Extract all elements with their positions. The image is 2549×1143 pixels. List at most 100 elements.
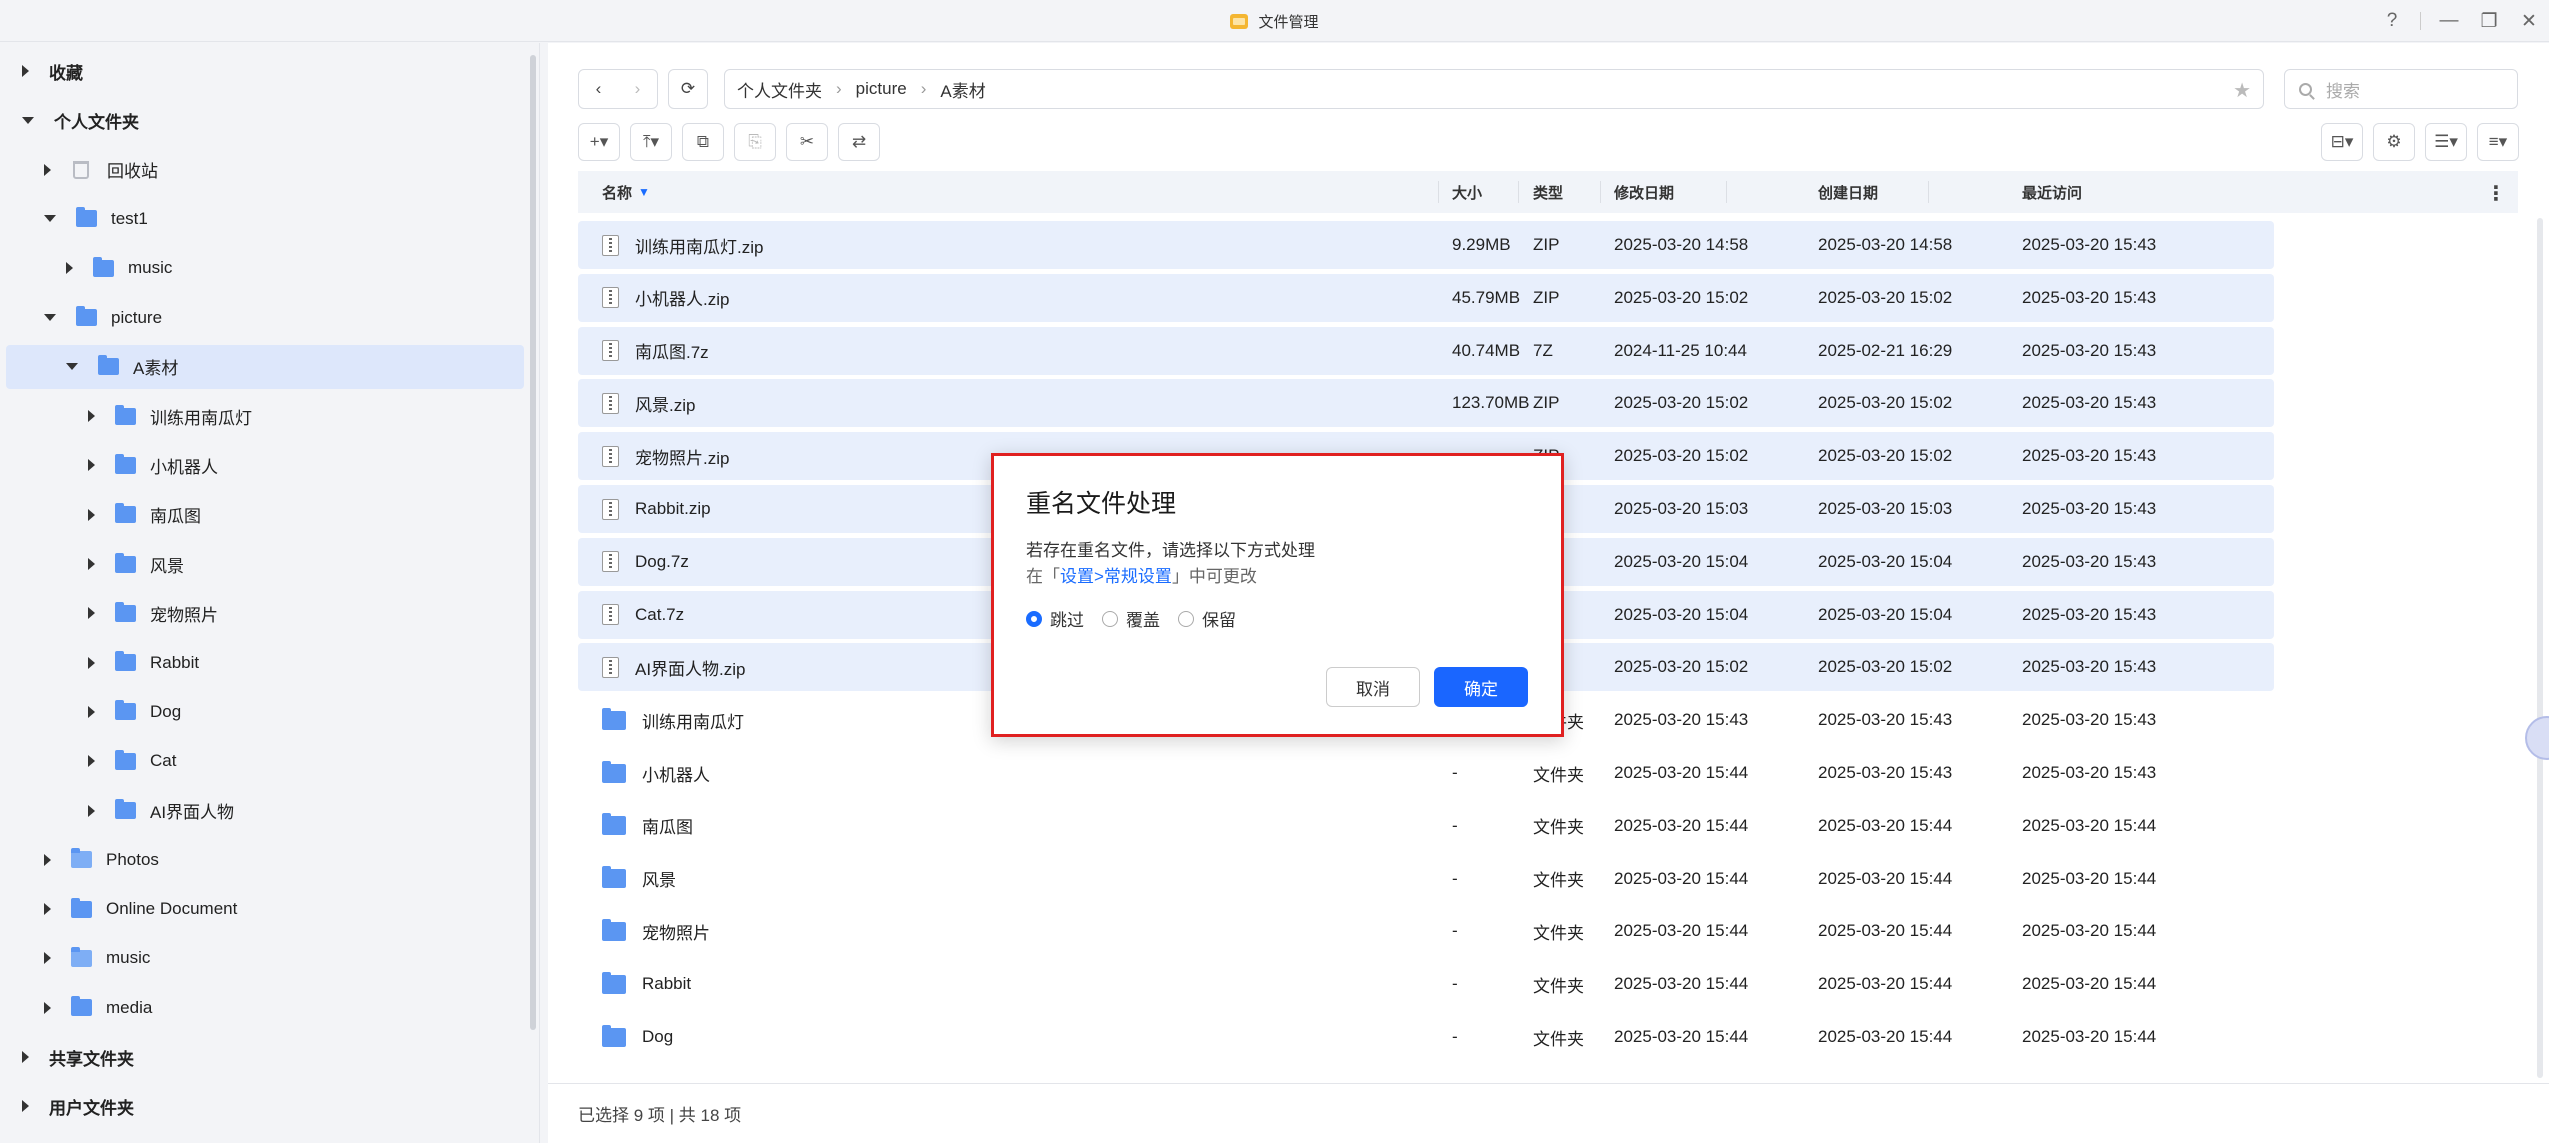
sidebar-item[interactable]: music (6, 936, 524, 980)
col-created-header[interactable]: 创建日期 (1818, 171, 1878, 213)
caret-right-icon[interactable] (22, 1051, 29, 1063)
column-divider[interactable] (1518, 181, 1519, 203)
table-row[interactable]: 风景.zip 123.70MB ZIP 2025-03-20 15:02 2025-03… (578, 379, 2274, 428)
caret-right-icon[interactable] (88, 656, 95, 669)
sidebar-item[interactable]: 训练用南瓜灯 (6, 394, 524, 438)
sidebar-item[interactable]: picture (6, 296, 524, 340)
back-button[interactable]: ‹ (579, 79, 618, 99)
table-row[interactable]: 南瓜图 - 文件夹 2025-03-20 15:44 2025-03-20 15:44 2… (578, 802, 2274, 850)
option-skip[interactable]: 跳过 (1026, 606, 1084, 631)
caret-right-icon[interactable] (66, 262, 73, 275)
caret-right-icon[interactable] (88, 459, 95, 472)
sidebar-item[interactable]: 收藏 (6, 49, 524, 93)
column-divider[interactable] (1438, 181, 1439, 203)
option-overwrite[interactable]: 覆盖 (1102, 606, 1160, 631)
table-row[interactable]: 训练用南瓜灯.zip 9.29MB ZIP 2025-03-20 14:58 2025-… (578, 221, 2274, 269)
column-divider[interactable] (1726, 181, 1727, 203)
sidebar-item[interactable]: media (6, 986, 524, 1030)
sidebar-item[interactable]: Rabbit (6, 641, 524, 685)
confirm-button[interactable]: 确定 (1434, 667, 1528, 707)
table-row[interactable]: 宠物照片 - 文件夹 2025-03-20 15:44 2025-03-20 15:44… (578, 907, 2274, 955)
caret-right-icon[interactable] (88, 755, 95, 768)
sidebar-item[interactable]: 宠物照片 (6, 591, 524, 635)
caret-down-icon[interactable] (66, 363, 78, 371)
col-size-header[interactable]: 大小 (1452, 171, 1482, 213)
sidebar-item[interactable]: 南瓜图 (6, 493, 524, 537)
breadcrumb-item-current[interactable]: A素材 (940, 77, 985, 102)
settings-link[interactable]: 设置>常规设置 (1060, 567, 1172, 586)
caret-right-icon[interactable] (88, 508, 95, 521)
breadcrumb[interactable]: 个人文件夹 › picture › A素材 ★ (724, 69, 2264, 109)
sidebar-scrollbar[interactable] (530, 55, 536, 1030)
caret-right-icon[interactable] (88, 558, 95, 570)
caret-down-icon[interactable] (44, 215, 56, 223)
copy-button[interactable]: ⧉ (682, 123, 724, 161)
caret-right-icon[interactable] (44, 1001, 51, 1014)
caret-right-icon[interactable] (88, 705, 95, 718)
caret-right-icon[interactable] (44, 163, 51, 176)
sidebar-item[interactable]: A素材 (6, 344, 524, 389)
refresh-button[interactable]: ⟳ (668, 69, 708, 109)
move-button[interactable]: ⇄ (838, 123, 880, 161)
sidebar-item[interactable]: Dog (6, 690, 524, 734)
caret-right-icon[interactable] (44, 952, 51, 965)
column-divider[interactable] (1928, 181, 1929, 203)
restore-icon[interactable]: ❐ (2469, 10, 2509, 33)
file-list-scrollbar[interactable] (2537, 218, 2543, 1078)
sidebar-item[interactable]: 网络文件夹 (6, 1134, 524, 1143)
column-divider[interactable] (1600, 181, 1601, 203)
caret-right-icon[interactable] (22, 65, 29, 77)
table-row[interactable]: 南瓜图.7z 40.74MB 7Z 2024-11-25 10:44 2025-02-2… (578, 326, 2274, 375)
settings-button[interactable]: ⚙ (2373, 123, 2415, 161)
sidebar-item[interactable]: Online Document (6, 887, 524, 931)
table-row[interactable]: Rabbit - 文件夹 2025-03-20 15:44 2025-03-20 15:… (578, 960, 2274, 1008)
table-row[interactable]: 小机器人.zip 45.79MB ZIP 2025-03-20 15:02 2025-0… (578, 273, 2274, 322)
search-input[interactable]: 搜索 (2284, 69, 2518, 109)
caret-down-icon[interactable] (22, 116, 34, 124)
sidebar-item[interactable]: Cat (6, 739, 524, 783)
table-row[interactable]: 风景 - 文件夹 2025-03-20 15:44 2025-03-20 15:44 20… (578, 855, 2274, 903)
table-row[interactable]: Dog - 文件夹 2025-03-20 15:44 2025-03-20 15:44 2… (578, 1013, 2274, 1061)
upload-button[interactable]: ⤒▾ (630, 123, 672, 161)
col-type-header[interactable]: 类型 (1533, 171, 1563, 213)
list-view-button[interactable]: ☰▾ (2425, 123, 2467, 161)
caret-right-icon[interactable] (44, 903, 51, 916)
sidebar-item[interactable]: 共享文件夹 (6, 1035, 524, 1079)
caret-right-icon[interactable] (88, 607, 95, 620)
col-name-header[interactable]: 名称 ▼ (602, 171, 650, 213)
caret-down-icon[interactable] (44, 314, 56, 321)
table-row[interactable]: 小机器人 - 文件夹 2025-03-20 15:44 2025-03-20 15:43… (578, 749, 2274, 797)
more-options-icon[interactable]: ⋮ (2486, 181, 2506, 206)
minimize-icon[interactable]: — (2429, 10, 2469, 32)
briefcase-button[interactable]: ⊟▾ (2321, 123, 2363, 161)
sidebar-item[interactable]: test1 (6, 197, 524, 241)
assistant-float-icon[interactable] (2525, 716, 2549, 760)
caret-right-icon[interactable] (44, 853, 51, 866)
sidebar-item[interactable]: 风景 (6, 542, 524, 586)
help-icon[interactable]: ? (2372, 10, 2412, 32)
caret-right-icon[interactable] (22, 1100, 29, 1113)
caret-right-icon[interactable] (88, 410, 95, 423)
breadcrumb-item-picture[interactable]: picture (856, 79, 907, 99)
caret-right-icon[interactable] (88, 804, 95, 817)
new-button[interactable]: +▾ (578, 123, 620, 161)
star-icon[interactable]: ★ (2233, 78, 2251, 103)
col-accessed-header[interactable]: 最近访问 (2022, 171, 2082, 213)
sidebar-item[interactable]: 小机器人 (6, 443, 524, 487)
forward-button[interactable]: › (618, 79, 657, 99)
sidebar-item[interactable]: AI界面人物 (6, 789, 524, 833)
sidebar-item[interactable]: 个人文件夹 (6, 98, 524, 142)
option-keep[interactable]: 保留 (1178, 606, 1236, 631)
breadcrumb-item-personal[interactable]: 个人文件夹 (737, 77, 822, 102)
radio-skip-icon[interactable] (1026, 610, 1042, 627)
cancel-button[interactable]: 取消 (1326, 667, 1420, 707)
cut-button[interactable]: ✂ (786, 123, 828, 161)
sidebar-item[interactable]: 用户文件夹 (6, 1084, 524, 1128)
sidebar-item[interactable]: 回收站 (6, 148, 524, 192)
radio-overwrite-icon[interactable] (1102, 610, 1118, 627)
radio-keep-icon[interactable] (1178, 610, 1194, 627)
sidebar-item[interactable]: music (6, 246, 524, 290)
close-icon[interactable]: ✕ (2509, 10, 2549, 33)
paste-button[interactable]: ⎘ (734, 123, 776, 161)
col-modified-header[interactable]: 修改日期 (1614, 171, 1674, 213)
